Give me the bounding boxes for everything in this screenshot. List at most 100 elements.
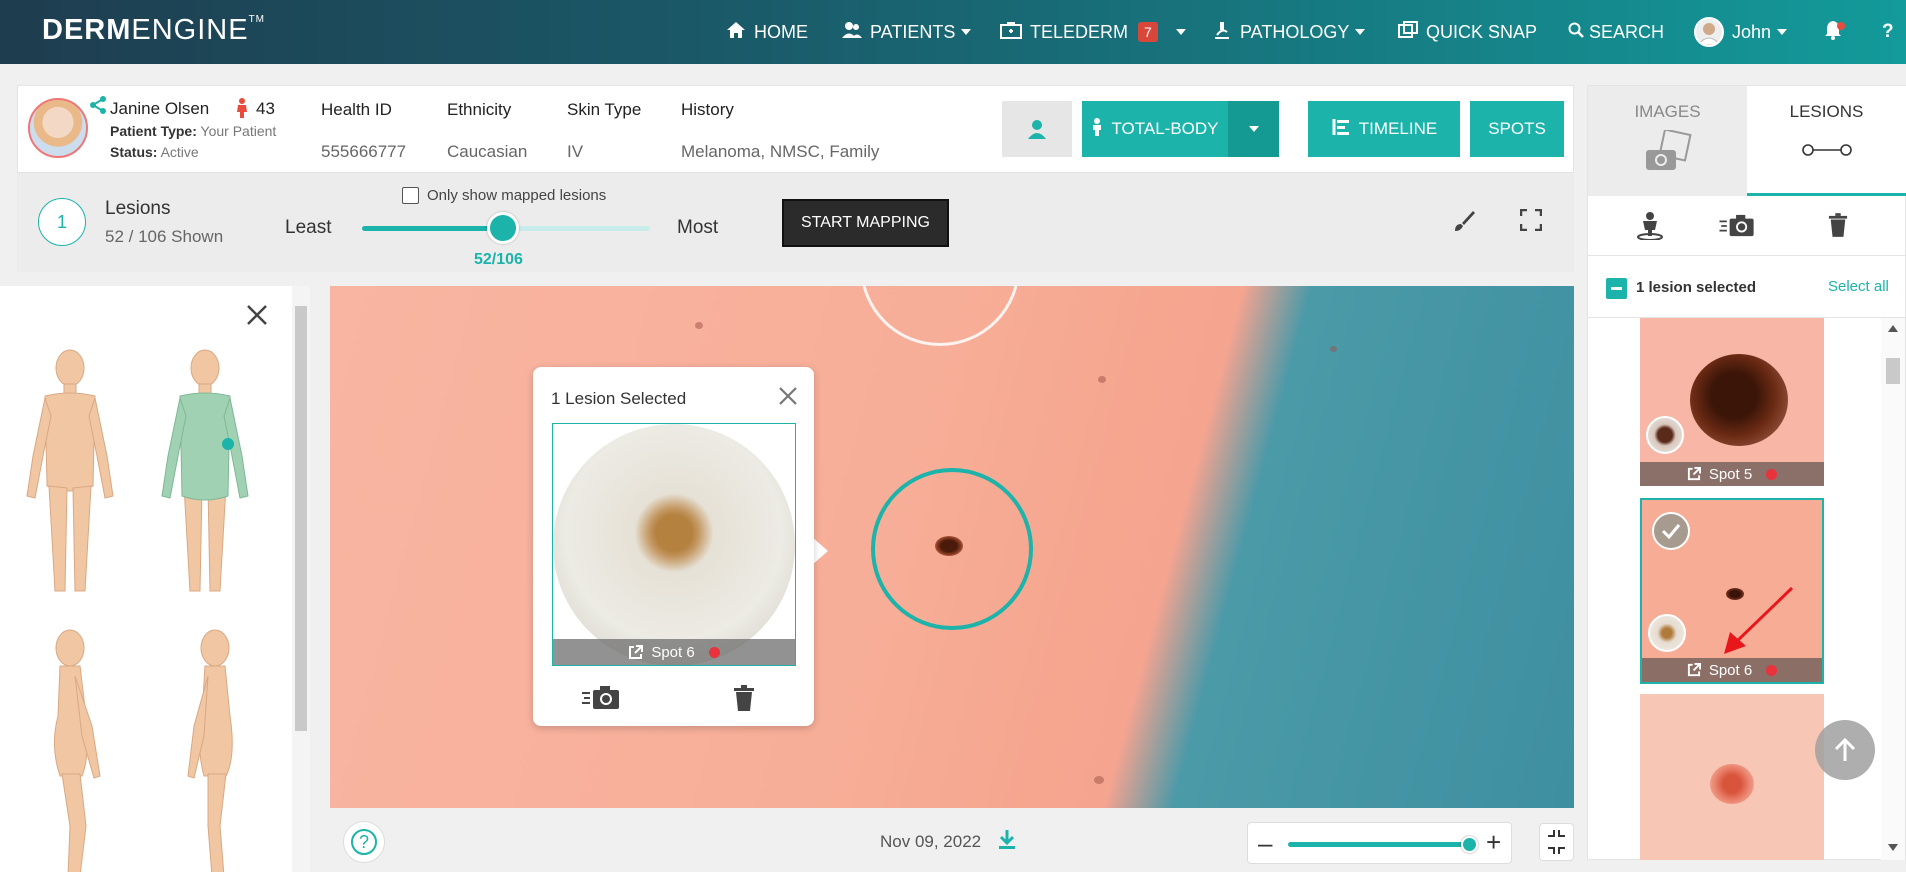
lesion-spot xyxy=(935,536,963,556)
zoom-slider[interactable] xyxy=(1288,836,1478,853)
lesion-link-icon xyxy=(1801,144,1852,156)
arrow-annotation-icon xyxy=(1724,586,1794,654)
chevron-down-icon xyxy=(1175,29,1186,35)
trash-icon[interactable] xyxy=(733,685,757,713)
nav-pathology[interactable]: PATHOLOGY xyxy=(1212,18,1366,46)
slider-handle[interactable] xyxy=(487,212,520,244)
timeline-label: TIMELINE xyxy=(1358,119,1438,138)
history-value: Melanoma, NMSC, Family xyxy=(681,142,880,161)
dermoscopy-image[interactable]: Spot 6 xyxy=(552,423,796,666)
nav-quick-snap[interactable]: QUICK SNAP xyxy=(1398,18,1537,46)
lesion-list-scrollbar[interactable] xyxy=(1881,318,1905,860)
zoom-out-button[interactable]: – xyxy=(1258,828,1272,859)
nav-telederm-label: TELEDERM xyxy=(1030,21,1129,42)
body-right-side-figure[interactable] xyxy=(160,626,270,872)
add-image-camera-icon[interactable] xyxy=(581,685,621,711)
patient-profile-button[interactable] xyxy=(1002,101,1072,157)
nav-search-label: SEARCH xyxy=(1589,21,1665,42)
scrollbar-thumb[interactable] xyxy=(295,306,307,731)
external-link-icon xyxy=(1687,467,1701,481)
body-location-icon[interactable] xyxy=(1636,212,1664,245)
trash-icon[interactable] xyxy=(1828,212,1848,243)
patient-header: Janine Olsen 43 Patient Type: Your Patie… xyxy=(17,85,1574,173)
fullscreen-icon[interactable] xyxy=(1519,208,1543,232)
lesion-filter-slider[interactable] xyxy=(362,212,650,244)
skin-spot xyxy=(695,322,703,329)
total-body-label: TOTAL-BODY xyxy=(1111,119,1219,138)
history-header: History xyxy=(681,100,734,119)
female-icon xyxy=(236,98,248,123)
question-icon: ? xyxy=(1882,21,1894,42)
logo-light: ENGINE xyxy=(131,14,249,46)
nav-patients[interactable]: PATIENTS xyxy=(842,18,972,46)
lesion-thumbnail[interactable] xyxy=(1640,694,1824,860)
status-dot xyxy=(1766,468,1778,480)
download-icon[interactable] xyxy=(998,829,1016,855)
add-image-camera-icon[interactable] xyxy=(1718,214,1756,243)
patient-age: 43 xyxy=(256,99,275,118)
slider-value: 52/106 xyxy=(474,251,523,268)
lesion-image-viewer[interactable] xyxy=(330,286,1574,808)
chevron-down-icon xyxy=(961,29,972,35)
nav-user-menu[interactable]: John xyxy=(1694,16,1788,48)
lesion-popup: 1 Lesion Selected Spot 6 xyxy=(533,367,814,726)
home-icon xyxy=(726,21,746,44)
popup-spot-label[interactable]: Spot 6 xyxy=(553,639,795,665)
patient-photo[interactable] xyxy=(28,98,88,158)
photos-icon xyxy=(1398,20,1418,44)
lesion-thumb-label[interactable]: Spot 6 xyxy=(1642,658,1822,682)
total-body-dropdown[interactable] xyxy=(1228,101,1279,157)
photos-icon xyxy=(1645,130,1692,170)
select-all-link[interactable]: Select all xyxy=(1828,278,1889,295)
zoom-in-button[interactable]: + xyxy=(1486,827,1501,858)
close-icon[interactable] xyxy=(778,381,798,413)
popup-arrow xyxy=(812,537,828,565)
spots-button[interactable]: SPOTS xyxy=(1470,101,1564,157)
total-body-button[interactable]: TOTAL-BODY xyxy=(1082,101,1228,157)
body-left-side-figure[interactable] xyxy=(20,626,130,872)
lesion-marker[interactable] xyxy=(860,286,1020,346)
exit-fullscreen-button[interactable] xyxy=(1539,823,1574,861)
lesion-toolbar: 1 Lesions 52 / 106 Shown Least Only show… xyxy=(17,173,1574,272)
zoom-slider-handle[interactable] xyxy=(1460,836,1478,853)
scroll-to-top-button[interactable] xyxy=(1815,720,1875,780)
mapped-only-checkbox[interactable]: Only show mapped lesions xyxy=(402,187,606,204)
lesion-count-badge: 1 xyxy=(38,198,86,246)
help-button[interactable]: ? xyxy=(343,821,385,863)
lesion-thumb-label[interactable]: Spot 5 xyxy=(1640,462,1824,486)
checkbox[interactable] xyxy=(402,187,419,204)
body-back-figure[interactable] xyxy=(150,346,260,596)
skin-spot xyxy=(1098,376,1106,383)
timeline-icon xyxy=(1331,118,1351,141)
help-nav-button[interactable]: ? xyxy=(1882,18,1894,46)
popup-title: 1 Lesion Selected xyxy=(551,389,687,408)
close-icon[interactable] xyxy=(246,300,268,334)
start-mapping-button[interactable]: START MAPPING xyxy=(782,199,949,247)
share-icon[interactable] xyxy=(90,96,106,119)
notifications-button[interactable] xyxy=(1824,18,1845,46)
patient-type: Patient Type: Your Patient xyxy=(110,123,276,139)
user-icon xyxy=(1028,120,1046,139)
external-link-icon xyxy=(1687,663,1701,677)
nav-telederm[interactable]: TELEDERM 7 xyxy=(1000,18,1186,46)
timeline-button[interactable]: TIMELINE xyxy=(1308,101,1460,157)
nav-search[interactable]: SEARCH xyxy=(1568,18,1664,46)
mapped-only-label: Only show mapped lesions xyxy=(427,187,607,204)
chevron-down-icon xyxy=(1777,29,1788,35)
scrollbar-thumb[interactable] xyxy=(1886,358,1900,384)
nav-user-label: John xyxy=(1732,21,1772,42)
logo-bold: DERM xyxy=(42,14,132,46)
body-map-scrollbar[interactable] xyxy=(292,286,310,872)
lesion-thumbnail-selected[interactable]: Spot 6 xyxy=(1640,498,1824,684)
logo[interactable]: DERMENGINETM xyxy=(42,14,265,47)
check-icon[interactable] xyxy=(1652,512,1690,550)
brush-icon[interactable] xyxy=(1452,209,1476,240)
tab-lesions[interactable]: LESIONS xyxy=(1747,86,1906,196)
tab-images[interactable]: IMAGES xyxy=(1588,86,1747,196)
body-front-figure[interactable] xyxy=(15,346,125,596)
lesion-thumbnail[interactable]: Spot 5 xyxy=(1640,318,1824,486)
zoom-control: – + xyxy=(1247,822,1512,864)
patient-status: Status: Active xyxy=(110,144,199,160)
nav-home[interactable]: HOME xyxy=(726,18,808,46)
deselect-checkbox[interactable] xyxy=(1606,278,1627,299)
